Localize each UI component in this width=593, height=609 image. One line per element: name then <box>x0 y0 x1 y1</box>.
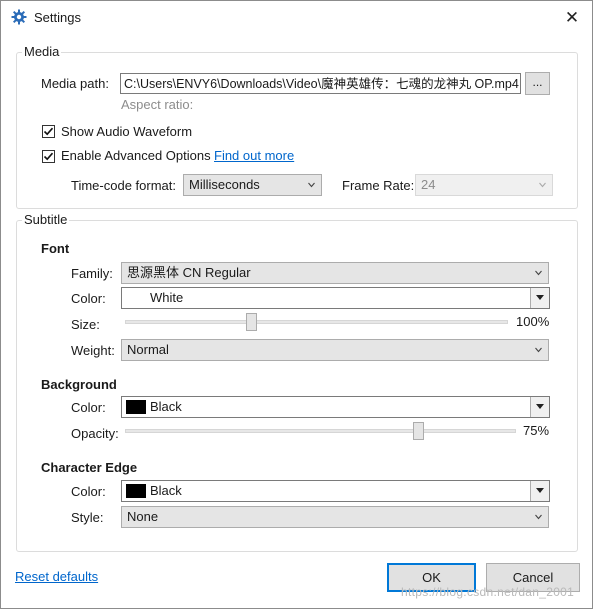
edge-color-swatch <box>126 484 146 498</box>
opacity-slider-track[interactable] <box>125 429 516 433</box>
opacity-value: 75% <box>523 423 550 438</box>
edge-color-label: Color: <box>71 484 106 499</box>
font-weight-select[interactable]: Normal <box>121 339 549 361</box>
character-edge-heading: Character Edge <box>41 460 138 475</box>
font-family-value: 思源黑体 CN Regular <box>127 265 251 280</box>
edge-color-select[interactable]: Black <box>121 480 550 502</box>
edge-color-value: Black <box>150 483 182 498</box>
aspect-ratio-label: Aspect ratio: <box>121 97 194 112</box>
font-weight-label: Weight: <box>71 343 115 358</box>
font-size-slider-track[interactable] <box>125 320 508 324</box>
reset-defaults-link[interactable]: Reset defaults <box>15 569 98 584</box>
font-color-dropdown[interactable] <box>530 288 549 308</box>
window-title: Settings <box>34 10 81 25</box>
timecode-format-select[interactable]: Milliseconds <box>183 174 322 196</box>
edge-style-select[interactable]: None <box>121 506 549 528</box>
font-size-value: 100% <box>516 314 550 329</box>
background-color-select[interactable]: Black <box>121 396 550 418</box>
edge-style-label: Style: <box>71 510 104 525</box>
timecode-format-label: Time-code format: <box>71 178 176 193</box>
advanced-options-label[interactable]: Enable Advanced Options <box>61 148 211 163</box>
triangle-down-icon <box>536 404 544 409</box>
chevron-down-icon <box>539 182 546 188</box>
frame-rate-label: Frame Rate: <box>342 178 415 193</box>
timecode-format-value: Milliseconds <box>189 177 260 192</box>
font-size-slider-thumb[interactable] <box>246 313 258 331</box>
background-color-label: Color: <box>71 400 106 415</box>
chevron-down-icon <box>308 182 315 188</box>
title-bar: Settings ✕ <box>1 1 592 35</box>
font-color-label: Color: <box>71 291 106 306</box>
gear-icon <box>11 9 27 25</box>
media-legend: Media <box>22 44 62 59</box>
background-heading: Background <box>41 377 117 392</box>
edge-color-dropdown[interactable] <box>530 481 549 501</box>
background-color-swatch <box>126 400 146 414</box>
font-weight-value: Normal <box>127 342 169 357</box>
opacity-slider-thumb[interactable] <box>413 422 425 440</box>
frame-rate-select[interactable]: 24 <box>415 174 553 196</box>
find-out-more-link[interactable]: Find out more <box>214 148 294 163</box>
font-heading: Font <box>41 241 70 256</box>
chevron-down-icon <box>535 270 542 276</box>
font-color-value: White <box>150 290 184 305</box>
subtitle-legend: Subtitle <box>22 212 70 227</box>
show-waveform-label[interactable]: Show Audio Waveform <box>61 124 192 139</box>
media-path-label: Media path: <box>41 76 109 91</box>
font-family-select[interactable]: 思源黑体 CN Regular <box>121 262 549 284</box>
background-color-value: Black <box>150 399 182 414</box>
edge-style-value: None <box>127 509 159 524</box>
background-color-dropdown[interactable] <box>530 397 549 417</box>
chevron-down-icon <box>535 347 542 353</box>
triangle-down-icon <box>536 488 544 493</box>
media-path-field[interactable]: C:\Users\ENVY6\Downloads\Video\魔神英雄传：七魂的… <box>120 73 521 94</box>
opacity-label: Opacity: <box>71 426 119 441</box>
font-size-label: Size: <box>71 317 100 332</box>
close-button[interactable]: ✕ <box>562 8 582 28</box>
chevron-down-icon <box>535 514 542 520</box>
show-waveform-checkbox[interactable] <box>42 125 55 138</box>
font-family-label: Family: <box>71 266 113 281</box>
font-color-swatch <box>126 291 146 305</box>
browse-button[interactable]: ... <box>525 72 550 95</box>
advanced-options-checkbox[interactable] <box>42 150 55 163</box>
frame-rate-value: 24 <box>421 177 436 192</box>
font-color-select[interactable]: White <box>121 287 550 309</box>
triangle-down-icon <box>536 295 544 300</box>
watermark-text: https://blog.csdn.net/dan_2001 <box>401 585 575 599</box>
settings-window: Settings ✕ Media Media path: C:\Users\EN… <box>0 0 593 609</box>
